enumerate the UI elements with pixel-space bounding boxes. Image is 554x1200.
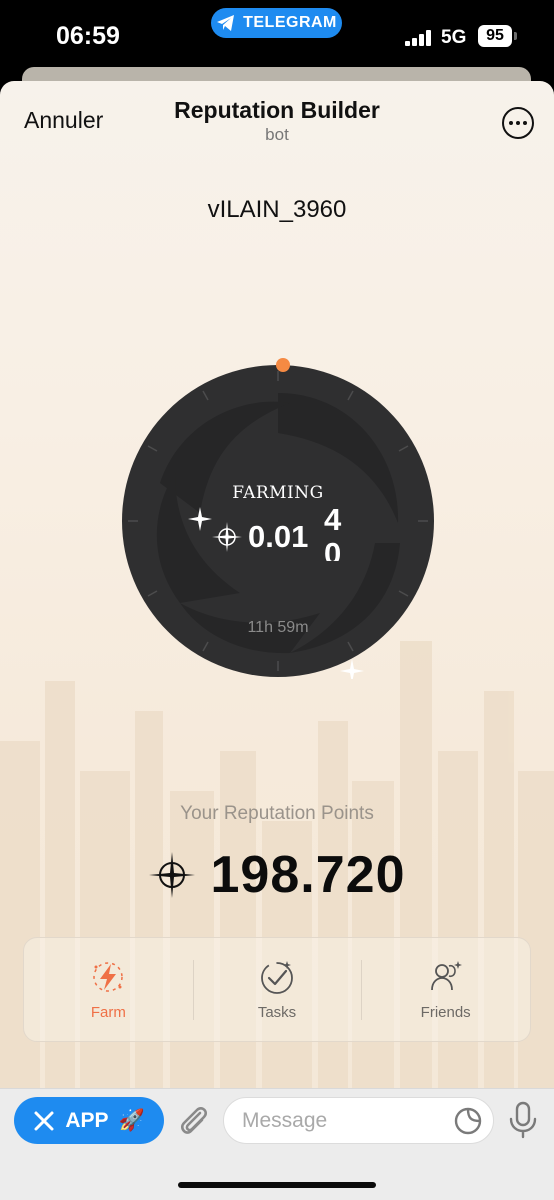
crosshair-star-icon [148, 852, 195, 898]
status-time: 06:59 [56, 22, 120, 50]
rocket-icon: 🚀 [118, 1108, 145, 1132]
battery-tip [514, 32, 517, 40]
farming-value: 0.01 [248, 519, 309, 554]
farm-lightning-icon [93, 962, 124, 992]
close-icon [34, 1111, 54, 1130]
farming-timer: 11h 59m [247, 619, 309, 636]
paperclip-icon[interactable] [176, 1103, 210, 1139]
app-button[interactable]: APP 🚀 [14, 1097, 164, 1144]
more-dot [516, 121, 520, 125]
sticker-icon[interactable] [453, 1106, 483, 1136]
more-dot [509, 121, 513, 125]
signal-icon [405, 30, 431, 46]
status-bar: 06:59 TELEGRAM 5G 95 [0, 0, 554, 70]
farming-label: FARMING [232, 483, 324, 503]
webapp-sheet: Annuler Reputation Builder bot vILAIN_39… [0, 81, 554, 1200]
tab-farm[interactable]: Farm [24, 938, 193, 1041]
telegram-pill[interactable]: TELEGRAM [211, 8, 342, 38]
farming-progress-dot [276, 358, 290, 372]
farming-value-row: 0.01 [212, 517, 308, 557]
friends-icon [430, 961, 462, 991]
crosshair-star-icon [212, 522, 242, 552]
battery-icon: 95 [478, 25, 512, 47]
rolling-digit: 4 [324, 503, 342, 537]
tab-tasks[interactable]: Tasks [192, 938, 362, 1041]
microphone-icon[interactable] [508, 1101, 538, 1139]
battery-level: 95 [486, 27, 504, 44]
telegram-plane-icon [217, 15, 235, 31]
bot-title: Reputation Builder [174, 97, 380, 123]
tab-label: Farm [90, 1004, 126, 1021]
points-value: 198.720 [210, 846, 406, 904]
message-input-bar: APP 🚀 [0, 1088, 554, 1200]
app-button-label: APP [65, 1108, 109, 1132]
tasks-check-icon [261, 961, 293, 994]
tab-friends[interactable]: Friends [361, 938, 530, 1041]
more-options-button[interactable] [502, 107, 534, 139]
points-row: 198.720 [0, 845, 554, 905]
points-label: Your Reputation Points [180, 803, 374, 824]
more-dot [523, 121, 527, 125]
bot-subtitle: bot [265, 125, 289, 144]
rolling-digit: 0 [324, 536, 342, 562]
telegram-pill-label: TELEGRAM [243, 14, 337, 31]
tab-label: Friends [420, 1004, 471, 1021]
network-label: 5G [441, 27, 467, 48]
farming-rolling-digits: 4 0 [324, 503, 348, 561]
bottom-tab-bar: Farm Tasks Friends [23, 937, 531, 1042]
home-indicator [178, 1182, 376, 1188]
tab-label: Tasks [257, 1004, 297, 1021]
username: vILAIN_3960 [207, 196, 347, 223]
